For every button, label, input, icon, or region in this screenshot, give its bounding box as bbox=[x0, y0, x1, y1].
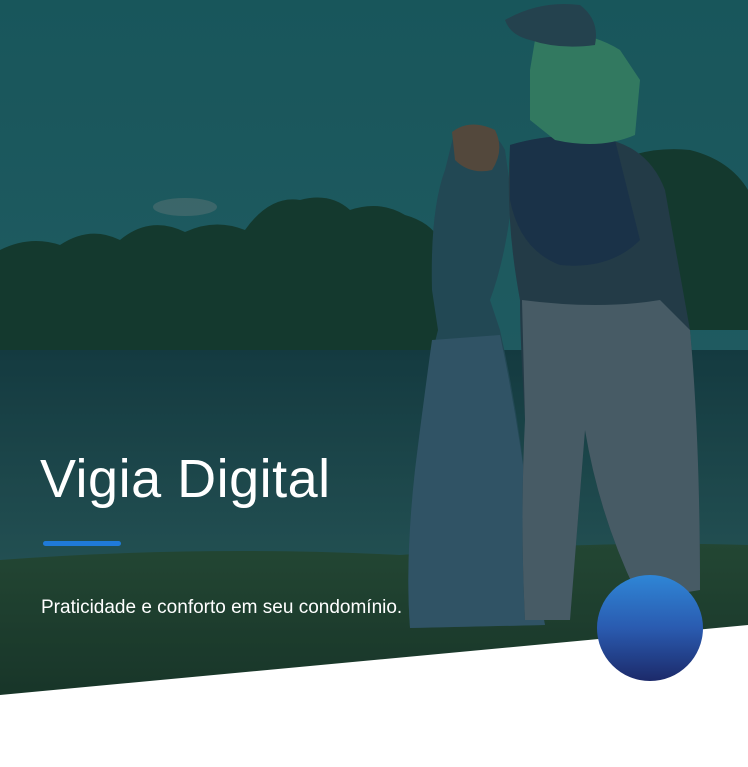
hero-subtitle: Praticidade e conforto em seu condomínio… bbox=[41, 597, 403, 618]
blue-circle-button[interactable] bbox=[597, 575, 703, 681]
title-underline bbox=[43, 541, 121, 546]
hero-title: Vigia Digital bbox=[40, 449, 331, 509]
hero-section: Vigia Digital Praticidade e conforto em … bbox=[0, 0, 748, 767]
